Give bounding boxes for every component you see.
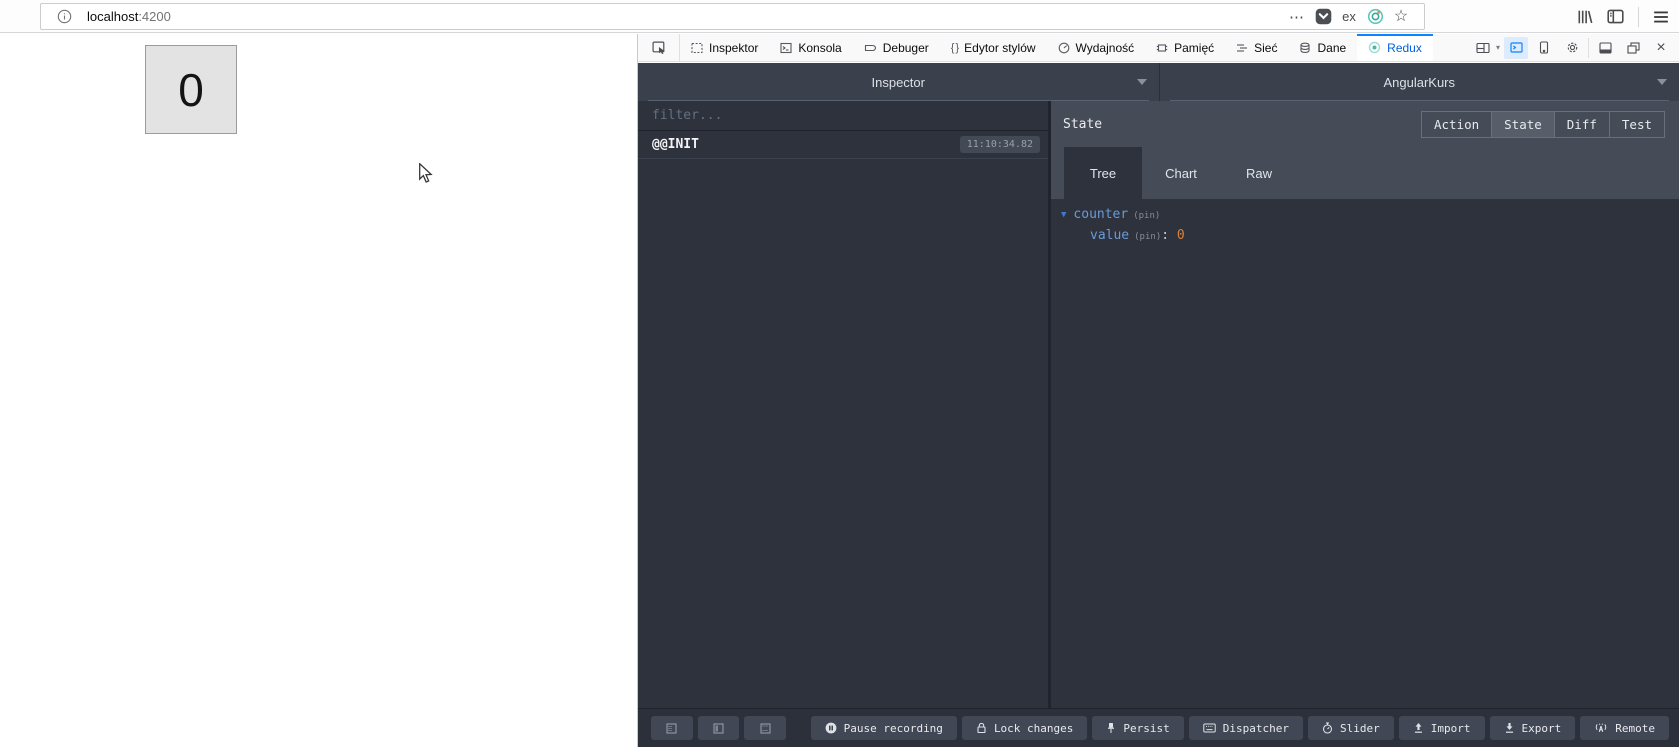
devtools-tab-dane[interactable]: Dane xyxy=(1288,34,1357,61)
monitor-select[interactable]: Inspector xyxy=(638,63,1159,101)
tab-state[interactable]: State xyxy=(1491,110,1555,138)
lock-changes-button[interactable]: Lock changes xyxy=(961,716,1088,740)
chevron-down-icon xyxy=(1657,79,1667,85)
devtools-tab-siec[interactable]: Sieć xyxy=(1225,34,1288,61)
persist-button[interactable]: Persist xyxy=(1092,716,1184,740)
devtools-tab-pamiec[interactable]: Pamięć xyxy=(1145,34,1225,61)
settings-gear-icon[interactable] xyxy=(1560,37,1584,59)
antenna-icon xyxy=(1596,723,1607,732)
menu-hamburger-icon[interactable] xyxy=(1653,10,1669,24)
counter-display: 0 xyxy=(145,45,237,134)
remote-button[interactable]: Remote xyxy=(1580,716,1670,740)
web-page-viewport: 0 xyxy=(0,34,637,747)
pin-icon xyxy=(1108,723,1115,733)
dispatcher-button[interactable]: Dispatcher xyxy=(1188,716,1304,740)
split-console-icon[interactable] xyxy=(1504,36,1528,59)
site-info-icon[interactable] xyxy=(51,5,77,29)
devtools-tab-debuger[interactable]: Debuger xyxy=(853,34,940,61)
devtools-panel: Inspektor Konsola Debuger {} Edytor sty… xyxy=(637,34,1679,747)
close-devtools-icon[interactable]: × xyxy=(1649,37,1673,59)
devtools-tab-redux[interactable]: Redux xyxy=(1357,34,1433,61)
url-port: :4200 xyxy=(138,9,171,24)
devtools-tab-wydajnosc[interactable]: Wydajność xyxy=(1047,34,1146,61)
style-editor-icon: { } xyxy=(950,41,959,54)
layout-left-button[interactable] xyxy=(651,716,693,740)
pause-recording-button[interactable]: Pause recording xyxy=(810,716,957,740)
dock-bottom-icon[interactable] xyxy=(1593,37,1617,59)
url-host: localhost xyxy=(87,9,139,24)
inspector-icon xyxy=(691,42,703,54)
mouse-cursor xyxy=(419,163,433,183)
tab-diff[interactable]: Diff xyxy=(1553,110,1610,138)
tree-expand-icon[interactable]: ▼ xyxy=(1061,210,1066,220)
performance-icon xyxy=(1058,42,1070,54)
lock-icon xyxy=(977,722,986,734)
dock-side-icon[interactable] xyxy=(1471,37,1495,59)
devtools-toolbar-icons: ▾ × xyxy=(1471,34,1679,61)
action-name: @@INIT xyxy=(652,137,699,152)
subtab-tree[interactable]: Tree xyxy=(1064,147,1142,199)
subtab-raw[interactable]: Raw xyxy=(1220,147,1298,199)
chrome-right-icons xyxy=(1577,0,1669,33)
filter-input[interactable] xyxy=(638,108,1048,123)
state-tree: ▼ counter (pin) value (pin): 0 xyxy=(1051,199,1679,708)
console-icon xyxy=(780,42,792,54)
state-inspector-pane: State Action State Diff Test Tree Chart … xyxy=(1048,101,1679,708)
keyboard-icon xyxy=(1203,723,1216,733)
storage-icon xyxy=(1299,42,1311,54)
layout-bottom-button[interactable] xyxy=(744,716,787,740)
redux-header: Inspector AngularKurs xyxy=(638,63,1679,101)
browser-toolbar: localhost :4200 ⋯ ex ☆ xyxy=(0,0,1679,33)
extension-badge[interactable]: ex xyxy=(1336,5,1362,29)
action-list-pane: @@INIT 11:10:34.82 xyxy=(638,101,1048,708)
sidebars-icon[interactable] xyxy=(1607,8,1624,25)
library-icon[interactable] xyxy=(1577,9,1593,25)
pause-icon xyxy=(825,722,836,734)
devtools-tab-konsola[interactable]: Konsola xyxy=(769,34,852,61)
tab-action[interactable]: Action xyxy=(1420,110,1493,138)
redux-extension-icon[interactable] xyxy=(1362,5,1388,29)
chevron-down-icon xyxy=(1136,79,1147,85)
redux-tab-icon xyxy=(1368,41,1381,54)
network-icon xyxy=(1236,42,1248,54)
action-filter-row xyxy=(638,101,1048,131)
toolbar-separator xyxy=(1588,37,1589,58)
url-bar[interactable]: localhost :4200 ⋯ ex ☆ xyxy=(40,3,1425,30)
browser-window: localhost :4200 ⋯ ex ☆ 0 Inspektor Konso… xyxy=(0,0,1679,747)
inspector-header: State Action State Diff Test xyxy=(1051,101,1679,147)
dock-caret-icon[interactable]: ▾ xyxy=(1496,43,1500,52)
upload-icon xyxy=(1414,723,1422,733)
tree-node-counter[interactable]: ▼ counter (pin) xyxy=(1061,205,1679,226)
slider-button[interactable]: Slider xyxy=(1308,716,1394,740)
devtools-tab-edytor-stylow[interactable]: { } Edytor stylów xyxy=(940,34,1047,61)
pick-element-icon[interactable] xyxy=(638,34,680,61)
layout-split-button[interactable] xyxy=(697,716,740,740)
action-list-item[interactable]: @@INIT 11:10:34.82 xyxy=(638,131,1048,159)
redux-body: @@INIT 11:10:34.82 State Action State Di… xyxy=(638,101,1679,708)
devtools-tabbar: Inspektor Konsola Debuger {} Edytor sty… xyxy=(638,34,1679,62)
separate-window-icon[interactable] xyxy=(1621,37,1645,59)
counter-value: 0 xyxy=(178,63,204,116)
redux-panel: Inspector AngularKurs @@INIT xyxy=(638,63,1679,747)
redux-bottom-toolbar: Pause recording Lock changes Persist Dis… xyxy=(638,708,1679,747)
debugger-icon xyxy=(864,42,877,54)
toolbar-separator xyxy=(1638,6,1639,27)
memory-icon xyxy=(1156,42,1168,54)
export-button[interactable]: Export xyxy=(1489,716,1576,740)
download-icon xyxy=(1505,723,1513,733)
devtools-tab-inspektor[interactable]: Inspektor xyxy=(680,34,769,61)
bookmark-star-icon[interactable]: ☆ xyxy=(1388,5,1414,29)
tree-node-value[interactable]: value (pin): 0 xyxy=(1061,226,1679,247)
tab-test[interactable]: Test xyxy=(1608,110,1665,138)
import-button[interactable]: Import xyxy=(1398,716,1485,740)
pocket-icon[interactable] xyxy=(1310,5,1336,29)
stopwatch-icon xyxy=(1322,722,1333,734)
inspector-title: State xyxy=(1063,116,1103,132)
responsive-mode-icon[interactable] xyxy=(1532,37,1556,59)
state-subtabs: Tree Chart Raw xyxy=(1051,147,1679,199)
action-timestamp-badge: 11:10:34.82 xyxy=(959,136,1040,153)
page-actions-icon[interactable]: ⋯ xyxy=(1284,5,1310,29)
subtab-chart[interactable]: Chart xyxy=(1142,147,1220,199)
instance-select[interactable]: AngularKurs xyxy=(1158,63,1679,101)
